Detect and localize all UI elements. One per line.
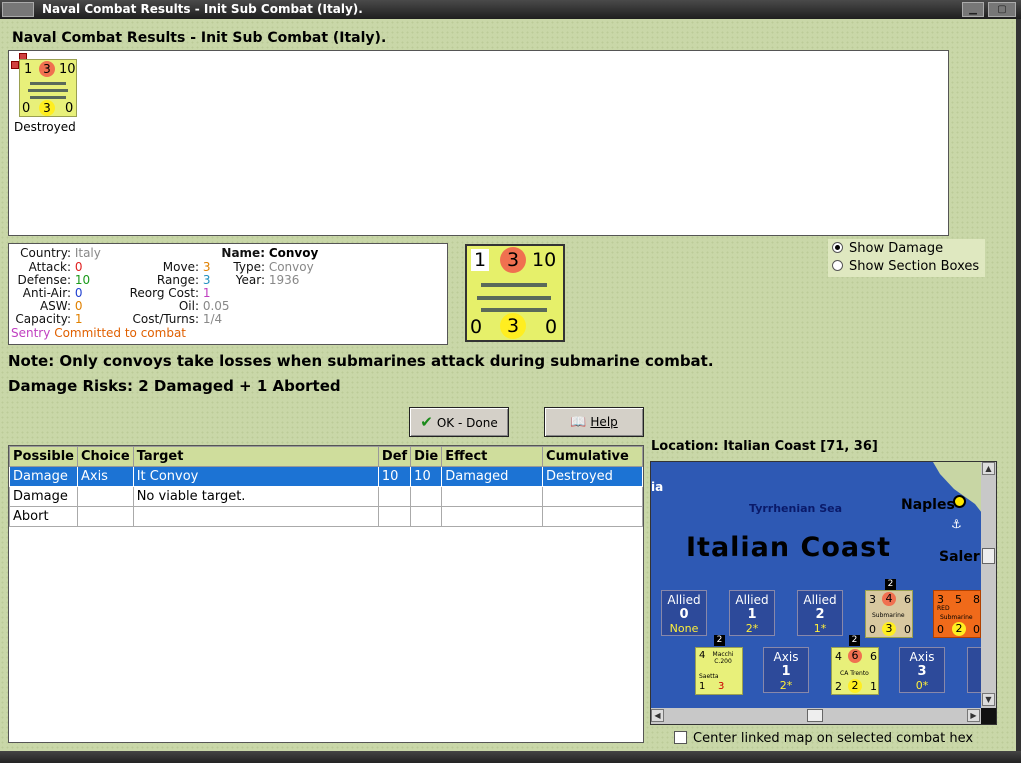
window-border: [1016, 19, 1021, 751]
window-bottom-border: [0, 751, 1021, 763]
radio-icon[interactable]: [832, 260, 843, 271]
ship-icon: [481, 283, 547, 287]
title-bar: Naval Combat Results - Init Sub Combat (…: [0, 0, 1021, 19]
show-section-boxes-option[interactable]: Show Section Boxes: [832, 258, 979, 276]
ok-done-button[interactable]: ✔ OK - Done: [409, 407, 509, 437]
radio-icon[interactable]: [832, 242, 843, 253]
anchor-icon: ⚓: [951, 517, 962, 531]
window-title: Naval Combat Results - Init Sub Combat (…: [42, 2, 363, 16]
table-row[interactable]: Damage Axis It Convoy 10 10 Damaged Dest…: [9, 466, 643, 487]
unit-info-panel: Country: Italy Attack: 0 Defense: 10 Ant…: [8, 243, 448, 345]
center-map-option[interactable]: Center linked map on selected combat hex: [674, 731, 973, 747]
minimize-button[interactable]: ▁: [962, 2, 984, 17]
allied-section-box[interactable]: Allied 2 1*: [797, 590, 843, 636]
allied-submarine-counter[interactable]: 3 4 6 Submarine 0 3 0: [865, 590, 913, 638]
checkmark-icon: ✔: [420, 413, 433, 431]
convoy-unit-counter[interactable]: 1 3 10 0 3 0: [19, 59, 77, 117]
column-header[interactable]: Possible: [9, 446, 78, 467]
display-options: Show Damage Show Section Boxes: [828, 239, 985, 277]
table-row[interactable]: Abort: [9, 506, 643, 527]
convoy-counter-large: 1 3 10 0 3 0: [465, 244, 565, 342]
ship-icon: [30, 96, 66, 99]
scroll-thumb[interactable]: [807, 709, 823, 722]
column-header[interactable]: Effect: [441, 446, 544, 467]
location-label: Location: Italian Coast [71, 36]: [651, 439, 878, 454]
column-header[interactable]: Die: [410, 446, 443, 467]
column-header[interactable]: Cumulative: [542, 446, 643, 467]
scroll-thumb[interactable]: [982, 548, 995, 564]
map-viewport[interactable]: ia Tyrrhenian Sea Naples ⚓ Italian Coast…: [651, 462, 981, 708]
combat-table-panel: Possible Choice Target Def Die Effect Cu…: [8, 445, 644, 743]
trento-cruiser-counter[interactable]: 4 6 6 CA Trento 2 2 1: [831, 647, 879, 695]
allied-section-box[interactable]: Allied 0 None: [661, 590, 707, 636]
allied-section-box[interactable]: Allied 1 2*: [729, 590, 775, 636]
table-row[interactable]: Damage No viable target.: [9, 486, 643, 507]
unit-status: Destroyed: [14, 120, 76, 134]
damage-risks: Damage Risks: 2 Damaged + 1 Aborted: [8, 377, 341, 395]
combat-table: Possible Choice Target Def Die Effect Cu…: [9, 446, 643, 527]
system-menu-button[interactable]: [2, 2, 34, 17]
dialog-heading: Naval Combat Results - Init Sub Combat (…: [12, 30, 387, 46]
city-label: Saler: [939, 549, 980, 565]
city-label: Naples: [901, 497, 955, 513]
column-header[interactable]: Def: [377, 446, 412, 467]
city-marker-icon: [953, 495, 966, 508]
axis-section-box[interactable]: Axis 1 2*: [763, 647, 809, 693]
show-damage-option[interactable]: Show Damage: [832, 240, 943, 258]
column-header[interactable]: Target: [132, 446, 379, 467]
macchi-aircraft-counter[interactable]: 4 Macchi C.200 Saetta 1 3: [695, 647, 743, 695]
book-icon: 📖: [570, 415, 587, 430]
column-header[interactable]: Choice: [76, 446, 134, 467]
scroll-down-icon[interactable]: ▼: [982, 693, 995, 706]
red-submarine-counter[interactable]: 3 5 8 RED Submarine 0 2 0: [933, 590, 981, 638]
axis-section-box[interactable]: Axis 3 0*: [899, 647, 945, 693]
land-area: [933, 462, 981, 522]
linked-map[interactable]: ia Tyrrhenian Sea Naples ⚓ Italian Coast…: [650, 461, 997, 725]
scroll-left-icon[interactable]: ◀: [651, 709, 664, 722]
sea-label: Tyrrhenian Sea: [749, 502, 843, 515]
help-button[interactable]: 📖 Help: [544, 407, 644, 437]
scroll-right-icon[interactable]: ▶: [967, 709, 980, 722]
map-horizontal-scrollbar[interactable]: ◀ ▶: [651, 708, 981, 724]
axis-section-box-partial[interactable]: [967, 647, 981, 693]
combat-note: Note: Only convoys take losses when subm…: [8, 352, 714, 370]
map-vertical-scrollbar[interactable]: ▲ ▼: [981, 462, 996, 708]
marker-icon: [11, 61, 19, 69]
region-label: Italian Coast: [686, 532, 892, 563]
results-panel: 1 3 10 0 3 0 Destroyed: [8, 50, 949, 236]
center-map-checkbox[interactable]: [674, 731, 687, 744]
ship-icon: [481, 308, 547, 312]
maximize-button[interactable]: ▢: [988, 2, 1016, 17]
ship-icon: [28, 89, 68, 92]
scroll-up-icon[interactable]: ▲: [982, 462, 995, 475]
ship-icon: [477, 296, 551, 300]
ship-icon: [30, 82, 66, 85]
